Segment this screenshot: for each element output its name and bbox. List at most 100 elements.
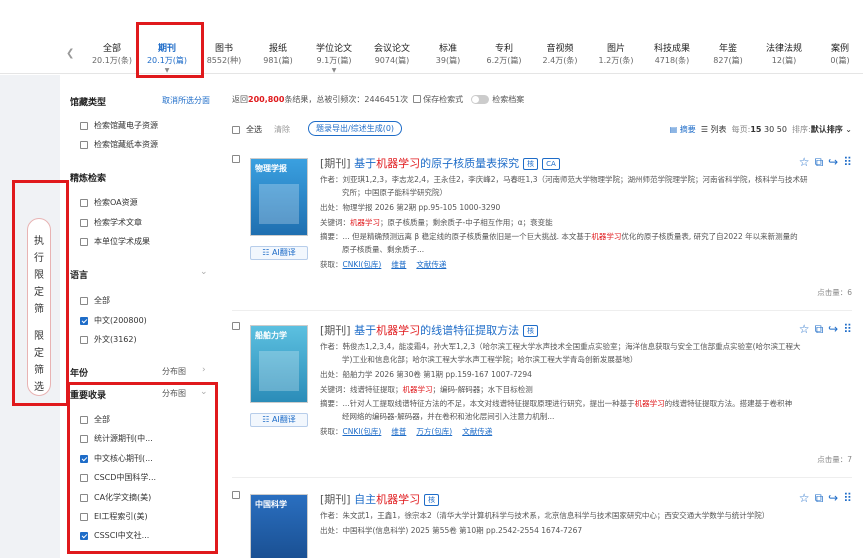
ai-translate-button[interactable]: ☷ AI翻译 xyxy=(250,246,308,260)
checkbox[interactable] xyxy=(80,121,88,130)
result-keywords: 关键词：线谱特征提取；机器学习；编码-解码器；水下目标检测 xyxy=(320,385,533,394)
year-distribution-link[interactable]: 分布图 xyxy=(162,366,186,377)
share-icon[interactable]: ↪ xyxy=(828,155,838,169)
chevron-right-icon[interactable]: › xyxy=(202,365,206,375)
journal-cover-image[interactable]: 中国科学 xyxy=(250,494,308,558)
link-delivery[interactable]: 文献传递 xyxy=(462,427,492,436)
qr-code-icon[interactable]: ⠿ xyxy=(843,491,852,505)
checkbox[interactable] xyxy=(80,218,88,227)
result-abstract: 摘要：... 但是精确预测远离 β 稳定线的原子核质量依旧是一个巨大挑战. 本文… xyxy=(320,232,798,241)
highlight-box-execute-filter xyxy=(12,180,69,406)
checkbox[interactable] xyxy=(80,335,88,344)
tab-patent[interactable]: 专利 6.2万(篇) xyxy=(474,43,534,67)
tab-law[interactable]: 法律法规 12(篇) xyxy=(754,43,814,67)
checkbox-checked[interactable] xyxy=(80,316,88,325)
language-heading: 语言 xyxy=(70,271,89,281)
tabs-prev-chevron-icon[interactable]: ❮ xyxy=(66,48,74,59)
filter-own-unit[interactable]: 本单位学术成果 xyxy=(80,236,150,247)
result-checkbox[interactable] xyxy=(232,322,240,330)
link-cnki[interactable]: CNKI(包库) xyxy=(343,427,382,436)
star-icon[interactable]: ☆ xyxy=(799,491,810,505)
results-area: 返回200,800条结果，总被引频次：2446451次 保存检索式 检索档案 全… xyxy=(222,75,863,558)
filter-academic[interactable]: 检索学术文章 xyxy=(80,217,142,228)
result-title-link[interactable]: [期刊] 基于机器学习的原子核质量表探究核 CA xyxy=(320,155,560,171)
translate-icon: ☷ xyxy=(262,415,270,424)
journal-cover-image[interactable]: 船舶力学 xyxy=(250,325,308,403)
click-count: 点击量：6 xyxy=(817,288,852,297)
list-view-icon[interactable]: ☰ xyxy=(701,125,708,134)
result-actions: ☆ ⧉ ↪ ⠿ xyxy=(794,155,852,170)
result-authors-cont: 学)工业和信息化部；哈尔滨工程大学水声工程学院；哈尔滨工程大学青岛创新发展基地） xyxy=(342,355,638,364)
star-icon[interactable]: ☆ xyxy=(799,155,810,169)
checkbox[interactable] xyxy=(80,296,88,305)
filter-lang-zh[interactable]: 中文(200800) xyxy=(80,315,147,326)
archive-toggle[interactable] xyxy=(471,95,490,104)
result-get-links: 获取：CNKI(包库) 维普 文献传递 xyxy=(320,260,447,269)
divider xyxy=(232,477,852,478)
journal-cover-image[interactable]: 物理学报 xyxy=(250,158,308,236)
divider xyxy=(232,310,852,311)
tab-yearbook[interactable]: 年鉴 827(篇) xyxy=(698,43,758,67)
per-page-15[interactable]: 15 xyxy=(750,125,761,134)
result-abstract-cont: 原子核质量、剩余质子... xyxy=(342,245,425,254)
result-abstract-cont: 经网络的编码器-解码器，并在卷积和池化层间引入注意力机制... xyxy=(342,412,555,421)
checkbox[interactable] xyxy=(80,140,88,149)
abstract-view-icon[interactable]: ▤ xyxy=(670,125,678,134)
share-icon[interactable]: ↪ xyxy=(828,322,838,336)
link-vip[interactable]: 维普 xyxy=(391,427,406,436)
result-title-link[interactable]: [期刊] 基于机器学习的线谱特征提取方法核 xyxy=(320,322,539,338)
tab-newspaper[interactable]: 报纸 981(篇) xyxy=(248,43,308,67)
list-view-button[interactable]: 列表 xyxy=(711,125,727,134)
tab-case[interactable]: 案例 0(篇) xyxy=(810,43,863,67)
note-icon[interactable]: ⧉ xyxy=(815,155,824,169)
per-page-30[interactable]: 30 xyxy=(764,125,774,134)
tab-achievement[interactable]: 科技成果 4718(条) xyxy=(642,43,702,67)
chevron-down-icon[interactable]: ⌄ xyxy=(845,125,852,134)
tab-standard[interactable]: 标准 39(篇) xyxy=(418,43,478,67)
tab-image[interactable]: 图片 1.2万(条) xyxy=(586,43,646,67)
filter-lang-all[interactable]: 全部 xyxy=(80,295,110,306)
note-icon[interactable]: ⧉ xyxy=(815,491,824,505)
tab-conference[interactable]: 会议论文 9074(篇) xyxy=(362,43,422,67)
ai-translate-button[interactable]: ☷ AI翻译 xyxy=(250,413,308,427)
checkbox[interactable] xyxy=(80,237,88,246)
link-wanfang[interactable]: 万方(包库) xyxy=(416,427,452,436)
result-checkbox[interactable] xyxy=(232,155,240,163)
result-actions: ☆ ⧉ ↪ ⠿ xyxy=(794,322,852,337)
qr-code-icon[interactable]: ⠿ xyxy=(843,322,852,336)
checkbox[interactable] xyxy=(80,198,88,207)
result-authors-cont: 究所；中国原子能科学研究院） xyxy=(342,188,447,197)
tab-all[interactable]: 全部 20.1万(条) xyxy=(82,43,142,67)
clear-link[interactable]: 清除 xyxy=(274,124,290,135)
export-button[interactable]: 题录导出/综述生成(0) xyxy=(308,121,403,136)
qr-code-icon[interactable]: ⠿ xyxy=(843,155,852,169)
result-source: 出处：中国科学(信息科学) 2025 第55卷 第10期 pp.2542-255… xyxy=(320,526,583,535)
filter-electronic[interactable]: 检索馆藏电子资源 xyxy=(80,120,158,131)
result-checkbox[interactable] xyxy=(232,491,240,499)
result-abstract: 摘要：...针对人工提取线谱特征方法的不足，本文对线谱特征提取原理进行研究，提出… xyxy=(320,399,793,408)
link-delivery[interactable]: 文献传递 xyxy=(416,260,446,269)
filter-lang-foreign[interactable]: 外文(3162) xyxy=(80,334,137,345)
chevron-down-icon[interactable]: ⌄ xyxy=(200,267,208,277)
filter-oa[interactable]: 检索OA资源 xyxy=(80,197,138,208)
result-actions: ☆ ⧉ ↪ ⠿ xyxy=(794,491,852,506)
link-cnki[interactable]: CNKI(包库) xyxy=(343,260,382,269)
note-icon[interactable]: ⧉ xyxy=(815,322,824,336)
abstract-view-button[interactable]: 摘要 xyxy=(680,125,696,134)
share-icon[interactable]: ↪ xyxy=(828,491,838,505)
link-vip[interactable]: 维普 xyxy=(391,260,406,269)
tab-thesis[interactable]: 学位论文 9.1万(篇) ▼ xyxy=(304,43,364,74)
collection-type-heading: 馆藏类型 xyxy=(70,98,107,108)
result-title-link[interactable]: [期刊] 自主机器学习核 xyxy=(320,491,440,507)
per-page-50[interactable]: 50 xyxy=(777,125,787,134)
save-query-checkbox[interactable] xyxy=(413,95,422,103)
highlight-box-journal-tab xyxy=(136,22,204,78)
result-source: 出处：船舶力学 2026 第30卷 第1期 pp.159-167 1007-72… xyxy=(320,370,532,379)
sort-select[interactable]: 默认排序 xyxy=(811,125,843,134)
checkbox[interactable] xyxy=(232,125,240,134)
star-icon[interactable]: ☆ xyxy=(799,322,810,336)
cancel-facets-link[interactable]: 取消所选分面 xyxy=(162,95,210,106)
filter-print[interactable]: 检索馆藏纸本资源 xyxy=(80,139,158,150)
tab-av[interactable]: 音视频 2.4万(条) xyxy=(530,43,590,67)
select-all[interactable]: 全选 xyxy=(232,124,262,135)
